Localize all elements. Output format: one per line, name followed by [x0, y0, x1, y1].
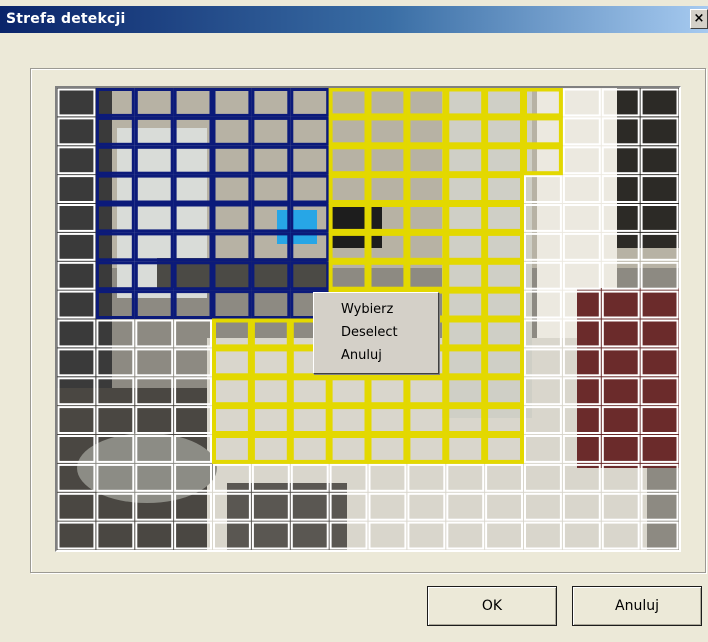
detection-zone-dialog: Strefa detekcji × Wybierz Deselect Anulu…: [0, 0, 708, 642]
menu-item-select[interactable]: Wybierz: [314, 298, 438, 321]
menu-item-cancel[interactable]: Anuluj: [314, 344, 438, 367]
right-poster: [617, 88, 679, 248]
monitor-screen: [277, 210, 317, 244]
window-title: Strefa detekcji: [6, 11, 126, 27]
title-bar: Strefa detekcji ×: [0, 6, 708, 33]
menu-item-deselect[interactable]: Deselect: [314, 321, 438, 344]
close-button[interactable]: ×: [690, 9, 708, 29]
context-menu: Wybierz Deselect Anuluj: [313, 292, 439, 374]
cancel-button[interactable]: Anuluj: [572, 586, 702, 626]
ok-button[interactable]: OK: [427, 586, 557, 626]
dark-monitor: [332, 203, 382, 248]
